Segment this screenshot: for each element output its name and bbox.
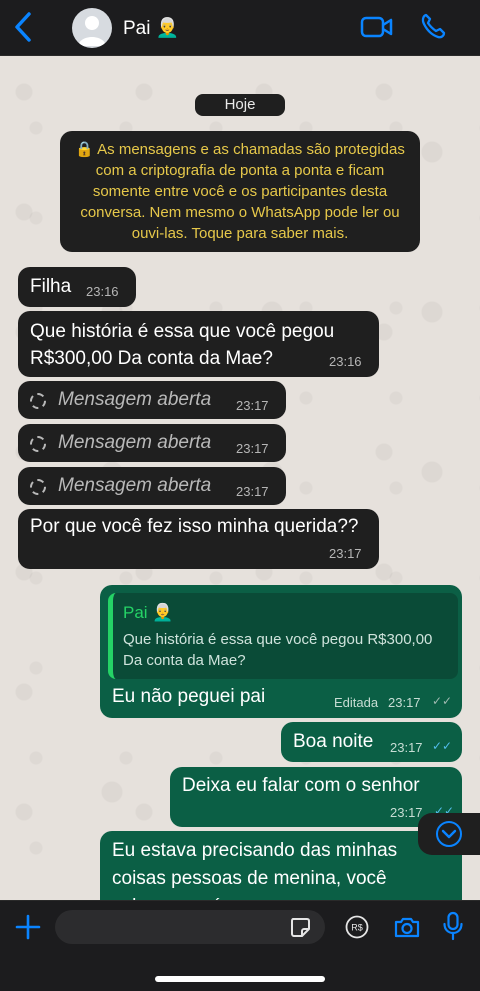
scroll-down-icon bbox=[436, 821, 462, 847]
message-text: Eu não peguei pai bbox=[112, 686, 266, 707]
outgoing-message[interactable]: Eu estava precisando das minhas coisas p… bbox=[100, 831, 462, 900]
message-input[interactable] bbox=[55, 910, 325, 944]
chat-area[interactable]: Hoje 🔒 As mensagens e as chamadas são pr… bbox=[0, 56, 480, 900]
message-time: 23:17 bbox=[388, 695, 421, 710]
message-text: Mensagem aberta bbox=[58, 389, 212, 410]
message-time: 23:16 bbox=[329, 354, 362, 369]
video-call-icon[interactable] bbox=[360, 14, 394, 40]
date-pill: Hoje bbox=[195, 94, 285, 116]
message-text: Boa noite bbox=[293, 731, 374, 752]
outgoing-message[interactable]: Deixa eu falar com o senhor 23:17 ✓✓ bbox=[170, 767, 462, 827]
message-text: Deixa eu falar com o senhor bbox=[182, 775, 420, 796]
view-once-message[interactable]: Mensagem aberta 23:17 bbox=[18, 424, 286, 462]
avatar[interactable] bbox=[72, 8, 112, 48]
view-once-message[interactable]: Mensagem aberta 23:17 bbox=[18, 467, 286, 505]
quoted-message[interactable]: Pai 👨‍🦳 Que história é essa que você peg… bbox=[108, 593, 458, 679]
message-time: 23:17 bbox=[390, 805, 423, 820]
message-text: Filha bbox=[30, 276, 72, 297]
message-time: 23:16 bbox=[86, 284, 119, 299]
message-text: Por que você fez isso minha querida?? bbox=[30, 516, 359, 537]
outgoing-message[interactable]: Pai 👨‍🦳 Que história é essa que você peg… bbox=[100, 585, 462, 718]
incoming-message[interactable]: Por que você fez isso minha querida?? 23… bbox=[18, 509, 379, 569]
message-time: 23:17 bbox=[236, 484, 269, 499]
incoming-message[interactable]: Filha 23:16 bbox=[18, 267, 136, 307]
quote-text: Que história é essa que você pegou R$300… bbox=[123, 631, 433, 669]
plus-icon[interactable] bbox=[15, 914, 41, 940]
view-once-icon bbox=[30, 393, 46, 409]
payment-icon[interactable]: R$ bbox=[345, 915, 369, 939]
read-ticks-icon: ✓✓ bbox=[432, 739, 453, 753]
contact-name[interactable]: Pai 👨‍🦳 bbox=[123, 16, 179, 40]
back-icon[interactable] bbox=[10, 10, 36, 44]
view-once-icon bbox=[30, 436, 46, 452]
quote-author: Pai 👨‍🦳 bbox=[123, 603, 174, 622]
incoming-message[interactable]: Que história é essa que você pegou R$300… bbox=[18, 311, 379, 377]
message-time: 23:17 bbox=[236, 398, 269, 413]
encryption-notice[interactable]: 🔒 As mensagens e as chamadas são protegi… bbox=[60, 131, 420, 252]
view-once-message[interactable]: Mensagem aberta 23:17 bbox=[18, 381, 286, 419]
phone-call-icon[interactable] bbox=[420, 12, 446, 40]
message-time: 23:17 bbox=[390, 740, 423, 755]
microphone-icon[interactable] bbox=[442, 911, 464, 941]
avatar-icon bbox=[78, 16, 106, 46]
chat-header: Pai 👨‍🦳 bbox=[0, 0, 480, 56]
home-indicator bbox=[155, 976, 325, 982]
edited-label: Editada bbox=[334, 695, 379, 710]
message-text: Que história é essa que você pegou R$300… bbox=[30, 321, 335, 369]
message-time: 23:17 bbox=[329, 546, 362, 561]
sticker-icon[interactable] bbox=[289, 916, 311, 938]
camera-icon[interactable] bbox=[393, 915, 421, 939]
message-text: Eu estava precisando das minhas coisas p… bbox=[112, 840, 398, 900]
read-ticks-icon: ✓✓ bbox=[432, 694, 453, 708]
message-text: Mensagem aberta bbox=[58, 475, 212, 496]
scroll-down-button[interactable] bbox=[418, 813, 480, 855]
view-once-icon bbox=[30, 479, 46, 495]
message-time: 23:17 bbox=[236, 441, 269, 456]
message-text: Mensagem aberta bbox=[58, 432, 212, 453]
svg-text:R$: R$ bbox=[351, 923, 363, 933]
outgoing-message[interactable]: Boa noite 23:17 ✓✓ bbox=[281, 722, 462, 762]
